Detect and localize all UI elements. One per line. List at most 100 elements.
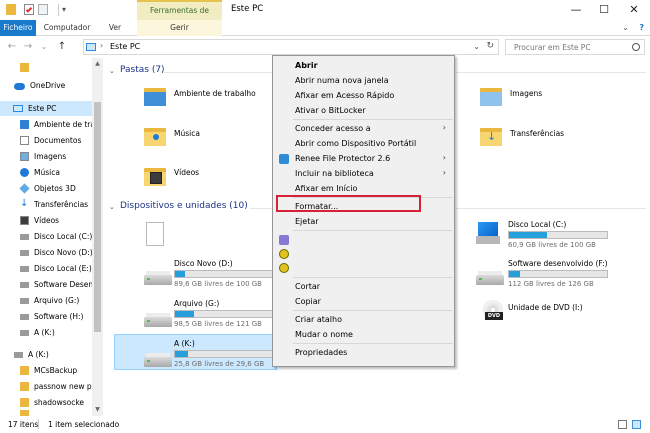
scroll-up-icon[interactable]: ▲: [93, 59, 102, 68]
nav-este-pc[interactable]: Este PC: [0, 101, 92, 116]
nav-desktop[interactable]: Ambiente de trabalho: [0, 117, 92, 132]
nav-videos[interactable]: Vídeos: [0, 213, 92, 228]
recent-locations-button[interactable]: ⌄: [38, 40, 50, 54]
drive-c-used: [509, 232, 548, 238]
menu-item-rename[interactable]: Mudar o nome: [295, 330, 353, 339]
app-extension-yellow-icon[interactable]: [279, 263, 289, 273]
details-view-icon[interactable]: [618, 420, 627, 429]
drive-unlabeled-icon[interactable]: [146, 222, 164, 246]
drive-f-label[interactable]: Software desenvolvido (F:): [508, 259, 608, 268]
nav-onedrive[interactable]: OneDrive: [0, 78, 92, 93]
tab-file[interactable]: Ficheiro: [0, 20, 36, 36]
menu-item-open-new-window[interactable]: Abrir numa nova janela: [295, 76, 389, 85]
drive-g-label[interactable]: Arquivo (G:): [174, 299, 219, 308]
nav-drive-e[interactable]: Disco Local (E:): [0, 261, 92, 276]
nav-drive-k-root[interactable]: A (K:): [0, 347, 92, 362]
menu-item-cut[interactable]: Cortar: [295, 282, 320, 291]
scrollbar-thumb[interactable]: [94, 102, 101, 332]
folder-desktop-icon[interactable]: [144, 86, 166, 106]
menu-item-pin-quick-access[interactable]: Afixar em Acesso Rápido: [295, 91, 394, 100]
nav-folder-mcsbackup[interactable]: MCsBackup: [0, 363, 92, 378]
nav-drive-f[interactable]: Software Desenvolvido: [0, 277, 92, 292]
menu-item-properties[interactable]: Propriedades: [295, 348, 347, 357]
menu-item-bitlocker[interactable]: Ativar o BitLocker: [295, 106, 366, 115]
nav-pictures[interactable]: Imagens: [0, 149, 92, 164]
new-folder-icon[interactable]: [38, 4, 48, 15]
collapse-chevron-icon[interactable]: ⌄: [109, 203, 115, 211]
nav-drive-k[interactable]: A (K:): [0, 325, 92, 340]
customize-quick-access-icon[interactable]: ▾: [62, 4, 72, 15]
folder-videos-label[interactable]: Vídeos: [174, 168, 199, 177]
dvd-drive-icon[interactable]: DVD: [482, 300, 506, 326]
nav-drive-h[interactable]: Software (H:): [0, 309, 92, 324]
nav-objects-3d[interactable]: Objetos 3D: [0, 181, 92, 196]
menu-item-eject[interactable]: Ejetar: [295, 217, 319, 226]
folder-icon[interactable]: [6, 4, 16, 15]
folder-pictures-label[interactable]: Imagens: [510, 89, 542, 98]
windows-drive-icon[interactable]: [476, 222, 500, 244]
tab-view[interactable]: Ver: [104, 20, 126, 36]
large-icons-view-icon[interactable]: [632, 420, 641, 429]
menu-item-create-shortcut[interactable]: Criar atalho: [295, 315, 342, 324]
maximize-button[interactable]: ☐: [596, 2, 612, 18]
nav-music[interactable]: Música: [0, 165, 92, 180]
nav-downloads[interactable]: ↓ Transferências: [0, 197, 92, 212]
nav-folder-passnow[interactable]: passnow new pa: [0, 379, 92, 394]
collapse-chevron-icon[interactable]: ⌄: [109, 67, 115, 75]
drive-d-label[interactable]: Disco Novo (D:): [174, 259, 233, 268]
minimize-button[interactable]: —: [568, 2, 584, 18]
folders-group-header[interactable]: Pastas (7): [120, 65, 165, 75]
scroll-down-icon[interactable]: ▼: [93, 405, 102, 414]
desktop-icon: [20, 120, 29, 129]
drive-k-icon[interactable]: [144, 353, 172, 367]
app-extension-purple-icon[interactable]: [279, 235, 289, 245]
folder-videos-icon[interactable]: [144, 166, 166, 186]
address-dropdown-icon[interactable]: ⌄: [473, 42, 480, 51]
nav-documents[interactable]: Documentos: [0, 133, 92, 148]
menu-separator: [293, 310, 453, 311]
folder-music-icon[interactable]: [144, 126, 166, 146]
objects3d-icon: [19, 183, 30, 194]
nav-drive-g[interactable]: Arquivo (G:): [0, 293, 92, 308]
drive-k-label[interactable]: A (K:): [174, 339, 195, 348]
tab-computer[interactable]: Computador: [42, 20, 92, 36]
expand-ribbon-icon[interactable]: ⌄: [622, 23, 629, 32]
menu-item-pin-start[interactable]: Afixar em Início: [295, 184, 357, 193]
menu-item-open[interactable]: Abrir: [295, 61, 318, 70]
folder-pictures-icon[interactable]: [480, 86, 502, 106]
nav-drive-d[interactable]: Disco Novo (D:): [0, 245, 92, 260]
menu-item-give-access[interactable]: Conceder acesso a: [295, 124, 371, 133]
search-icon: [632, 43, 640, 51]
address-bar[interactable]: › Este PC ⌄ ↻: [83, 39, 499, 55]
properties-icon[interactable]: [24, 4, 34, 15]
refresh-icon[interactable]: ↻: [486, 41, 494, 51]
nav-drive-c[interactable]: Disco Local (C:): [0, 229, 92, 244]
tab-manage[interactable]: Gerir: [137, 20, 222, 36]
folder-downloads-label[interactable]: Transferências: [510, 129, 564, 138]
drive-d-icon[interactable]: [144, 271, 172, 285]
menu-item-portable-device[interactable]: Abrir como Dispositivo Portátil: [295, 139, 416, 148]
drive-f-icon[interactable]: [476, 271, 504, 285]
drive-c-label[interactable]: Disco Local (C:): [508, 220, 566, 229]
close-button[interactable]: ✕: [626, 2, 642, 18]
folder-downloads-icon[interactable]: ↓: [480, 126, 502, 146]
breadcrumb-separator[interactable]: ›: [100, 41, 103, 50]
drive-g-icon[interactable]: [144, 313, 172, 327]
folder-desktop-label[interactable]: Ambiente de trabalho: [174, 89, 256, 98]
up-button[interactable]: ↑: [56, 40, 68, 54]
help-icon[interactable]: ?: [639, 23, 644, 32]
nav-quick-access[interactable]: [0, 60, 92, 75]
back-button[interactable]: ←: [6, 40, 18, 54]
folder-music-label[interactable]: Música: [174, 129, 200, 138]
devices-group-header[interactable]: Dispositivos e unidades (10): [120, 201, 248, 211]
dvd-drive-label[interactable]: Unidade de DVD (I:): [508, 303, 583, 312]
menu-item-include-library[interactable]: Incluir na biblioteca: [295, 169, 374, 178]
breadcrumb-este-pc[interactable]: Este PC: [110, 42, 140, 51]
forward-button[interactable]: →: [22, 40, 34, 54]
menu-item-copy[interactable]: Copiar: [295, 297, 321, 306]
nav-folder-shadowsocke[interactable]: shadowsocke: [0, 395, 92, 410]
app-extension-yellow-icon[interactable]: [279, 249, 289, 259]
search-input[interactable]: Procurar em Este PC: [505, 39, 645, 55]
navigation-scrollbar[interactable]: ▲ ▼: [92, 58, 103, 416]
menu-item-renee-file-protector[interactable]: Renee File Protector 2.6: [295, 154, 390, 163]
